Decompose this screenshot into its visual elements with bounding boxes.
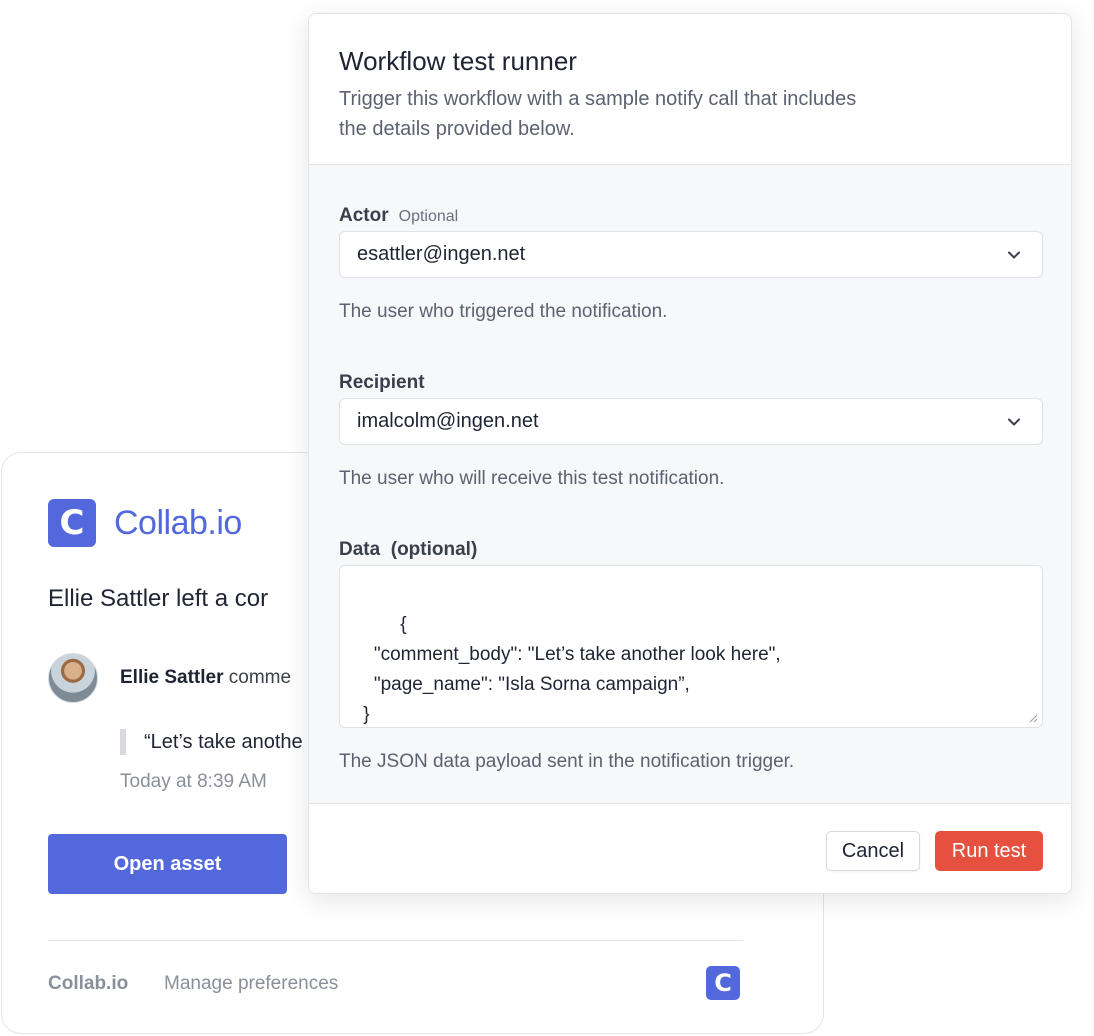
- run-test-button[interactable]: Run test: [935, 831, 1043, 871]
- panel-footer: Cancel Run test: [309, 803, 1071, 893]
- actor-label: Actor Optional: [339, 205, 458, 227]
- brand: C Collab.io: [48, 499, 242, 547]
- data-label: Data (optional): [339, 539, 478, 560]
- data-payload-value: { "comment_body": "Let’s take another lo…: [363, 614, 781, 725]
- manage-preferences-link[interactable]: Manage preferences: [164, 973, 338, 995]
- recipient-label: Recipient: [339, 372, 425, 393]
- cancel-button[interactable]: Cancel: [826, 831, 920, 871]
- stage: C Collab.io Ellie Sattler left a cor Ell…: [0, 0, 1094, 1036]
- recipient-hint: The user who will receive this test noti…: [339, 468, 725, 489]
- brand-name: Collab.io: [114, 503, 242, 542]
- recipient-value: imalcolm@ingen.net: [357, 410, 539, 432]
- data-hint: The JSON data payload sent in the notifi…: [339, 751, 795, 772]
- avatar: [48, 653, 98, 703]
- footer-brand: Collab.io: [48, 973, 129, 994]
- recipient-select[interactable]: imalcolm@ingen.net: [339, 398, 1043, 445]
- chevron-down-icon: [1008, 418, 1020, 426]
- commenter-name: Ellie Sattler: [120, 667, 224, 688]
- comment-action: comme: [228, 667, 292, 688]
- open-asset-button[interactable]: Open asset: [48, 834, 287, 894]
- data-payload-textarea[interactable]: { "comment_body": "Let’s take another lo…: [339, 565, 1043, 728]
- email-headline: Ellie Sattler left a cor: [48, 585, 269, 612]
- actor-label-text: Actor: [339, 205, 389, 226]
- actor-select[interactable]: esattler@ingen.net: [339, 231, 1043, 278]
- panel-subtitle: Trigger this workflow with a sample noti…: [339, 88, 857, 140]
- chevron-down-icon: [1008, 251, 1020, 259]
- workflow-test-runner-panel: Workflow test runner Trigger this workfl…: [308, 13, 1072, 894]
- optional-tag: Optional: [398, 208, 459, 225]
- divider: [48, 940, 743, 941]
- comment-quote: “Let’s take anothe: [120, 729, 303, 755]
- actor-hint: The user who triggered the notification.: [339, 301, 668, 322]
- actor-value: esattler@ingen.net: [357, 243, 526, 265]
- resize-handle-icon[interactable]: [1028, 713, 1038, 723]
- comment-line: Ellie Sattler comme: [120, 667, 291, 689]
- panel-body: Actor Optional esattler@ingen.net The use…: [309, 165, 1071, 803]
- panel-header: Workflow test runner Trigger this workfl…: [309, 14, 1071, 165]
- collab-logo-icon: C: [48, 499, 96, 547]
- collab-logo-icon: C: [706, 966, 740, 1000]
- comment-timestamp: Today at 8:39 AM: [120, 771, 267, 792]
- panel-title: Workflow test runner: [339, 46, 577, 76]
